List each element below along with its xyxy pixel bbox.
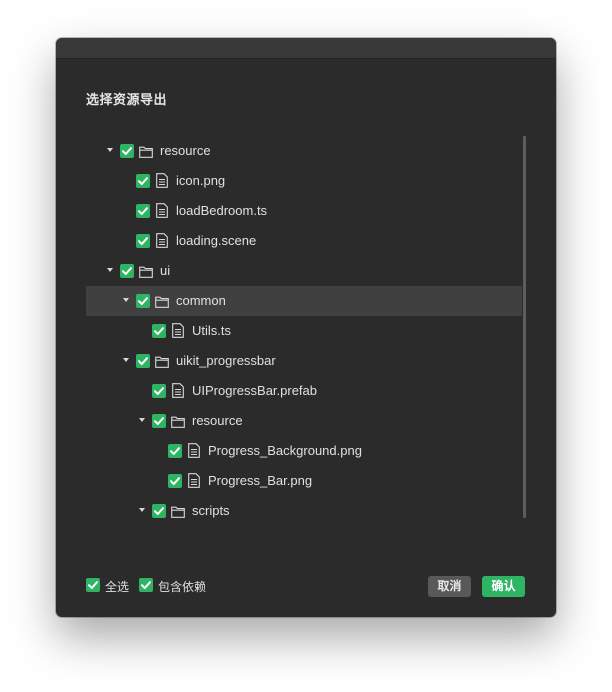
tree-folder-row[interactable]: resource bbox=[86, 136, 522, 166]
expand-arrow-icon[interactable] bbox=[139, 508, 145, 512]
tree-item-label: uikit_progressbar bbox=[176, 353, 276, 368]
folder-icon bbox=[155, 295, 169, 313]
tree-file-row[interactable]: icon.png bbox=[86, 166, 522, 196]
expand-arrow-icon[interactable] bbox=[123, 298, 129, 302]
tree-item-label: resource bbox=[160, 143, 211, 158]
tree-item-label: resource bbox=[192, 413, 243, 428]
tree-item-label: Progress_Background.png bbox=[208, 443, 362, 458]
tree-scrollbar[interactable] bbox=[523, 136, 526, 518]
tree-folder-row[interactable]: scripts bbox=[86, 496, 522, 526]
folder-icon bbox=[139, 265, 153, 283]
tree-file-row[interactable]: Progress_Bar.png bbox=[86, 466, 522, 496]
tree-item-checkbox[interactable] bbox=[152, 504, 166, 518]
tree-item-label: scripts bbox=[192, 503, 230, 518]
file-icon bbox=[188, 473, 200, 493]
folder-icon bbox=[139, 145, 153, 163]
tree-file-row[interactable]: loadBedroom.ts bbox=[86, 196, 522, 226]
tree-item-label: Progress_Bar.png bbox=[208, 473, 313, 488]
file-icon bbox=[156, 203, 168, 223]
tree-item-checkbox[interactable] bbox=[136, 234, 150, 248]
folder-icon bbox=[171, 415, 185, 433]
tree-folder-row[interactable]: resource bbox=[86, 406, 522, 436]
tree-item-checkbox[interactable] bbox=[168, 444, 182, 458]
tree-item-label: icon.png bbox=[176, 173, 226, 188]
folder-icon bbox=[171, 505, 185, 523]
tree-item-checkbox[interactable] bbox=[152, 384, 166, 398]
file-icon bbox=[156, 233, 168, 253]
tree-item-checkbox[interactable] bbox=[120, 144, 134, 158]
tree-item-label: ui bbox=[160, 263, 171, 278]
tree-item-checkbox[interactable] bbox=[136, 294, 150, 308]
dialog-heading: 选择资源导出 bbox=[86, 93, 168, 108]
export-dialog: 选择资源导出 resource icon.png loadBedroom.ts loa… bbox=[56, 38, 556, 617]
file-icon bbox=[172, 323, 184, 343]
tree-file-row[interactable]: Utils.ts bbox=[86, 316, 522, 346]
tree-item-label: loadBedroom.ts bbox=[176, 203, 268, 218]
tree-item-checkbox[interactable] bbox=[136, 354, 150, 368]
tree-item-checkbox[interactable] bbox=[136, 204, 150, 218]
tree-folder-row[interactable]: uikit_progressbar bbox=[86, 346, 522, 376]
select-all-label: 全选 bbox=[105, 580, 130, 594]
tree-item-label: loading.scene bbox=[176, 233, 257, 248]
expand-arrow-icon[interactable] bbox=[123, 358, 129, 362]
dialog-titlebar[interactable] bbox=[56, 38, 556, 59]
confirm-button[interactable]: 确认 bbox=[482, 576, 525, 597]
tree-item-checkbox[interactable] bbox=[168, 474, 182, 488]
cancel-button[interactable]: 取消 bbox=[428, 576, 471, 597]
include-dependencies-checkbox[interactable] bbox=[139, 578, 153, 592]
include-dependencies-label: 包含依赖 bbox=[158, 580, 207, 594]
file-icon bbox=[188, 443, 200, 463]
tree-item-label: UIProgressBar.prefab bbox=[192, 383, 318, 398]
tree-item-checkbox[interactable] bbox=[120, 264, 134, 278]
tree-item-label: common bbox=[176, 293, 226, 308]
tree-item-label: Utils.ts bbox=[192, 323, 231, 338]
file-icon bbox=[172, 383, 184, 403]
select-all-checkbox[interactable] bbox=[86, 578, 100, 592]
tree-file-row[interactable]: Progress_Background.png bbox=[86, 436, 522, 466]
tree-item-checkbox[interactable] bbox=[136, 174, 150, 188]
expand-arrow-icon[interactable] bbox=[107, 268, 113, 272]
tree-file-row[interactable]: UIProgressBar.prefab bbox=[86, 376, 522, 406]
tree-folder-row[interactable]: common bbox=[86, 286, 522, 316]
resource-tree: resource icon.png loadBedroom.ts loading.sc… bbox=[86, 136, 526, 539]
folder-icon bbox=[155, 355, 169, 373]
expand-arrow-icon[interactable] bbox=[139, 418, 145, 422]
tree-item-checkbox[interactable] bbox=[152, 324, 166, 338]
tree-item-checkbox[interactable] bbox=[152, 414, 166, 428]
expand-arrow-icon[interactable] bbox=[107, 148, 113, 152]
tree-file-row[interactable]: loading.scene bbox=[86, 226, 522, 256]
tree-folder-row[interactable]: ui bbox=[86, 256, 522, 286]
file-icon bbox=[156, 173, 168, 193]
